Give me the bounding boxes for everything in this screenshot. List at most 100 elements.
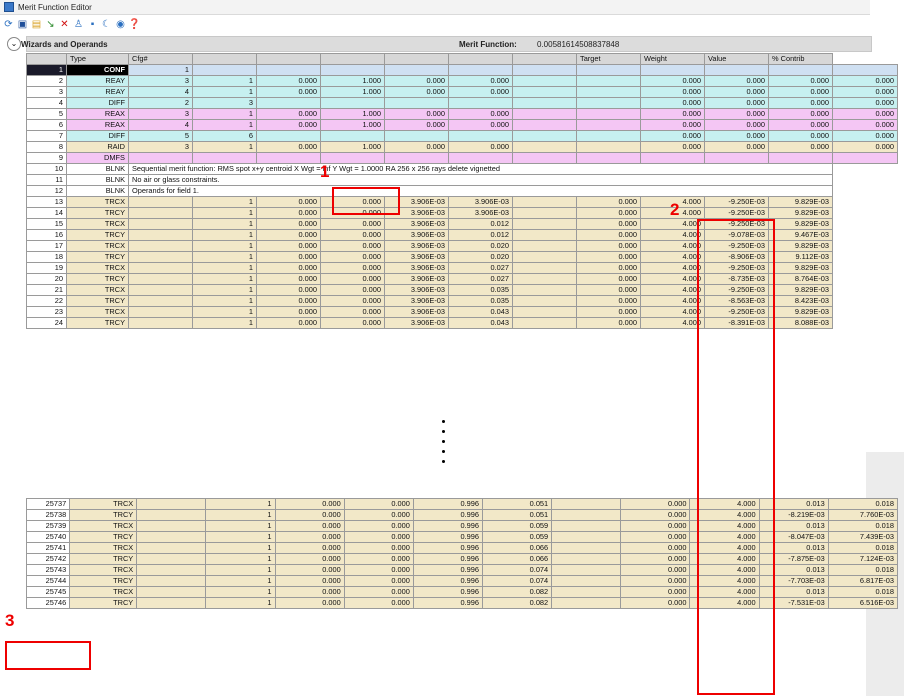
weight-cell[interactable]: 0.000	[704, 75, 769, 87]
table-cell[interactable]: 3.906E-03	[384, 218, 449, 230]
table-cell[interactable]: 0.000	[320, 317, 385, 329]
table-cell[interactable]: 0.000	[343, 498, 414, 510]
table-cell[interactable]: 0.000	[256, 229, 321, 241]
table-cell[interactable]	[512, 229, 577, 241]
table-cell[interactable]: 3	[192, 97, 257, 109]
table-cell[interactable]: 1.000	[320, 119, 385, 131]
table-cell[interactable]: 0.000	[384, 119, 449, 131]
table-cell[interactable]	[576, 86, 641, 98]
target-cell[interactable]: 0.000	[576, 251, 641, 263]
operand-type[interactable]: REAX	[66, 119, 129, 131]
weight-cell[interactable]: 4.000	[640, 273, 705, 285]
operand-type[interactable]: TRCY	[69, 553, 138, 565]
table-cell[interactable]	[551, 564, 622, 576]
table-cell[interactable]: 0.996	[412, 531, 484, 543]
table-cell[interactable]: 1	[205, 575, 276, 587]
operand-type[interactable]: REAX	[66, 108, 129, 120]
table-cell[interactable]: 0.000	[256, 262, 321, 274]
table-cell[interactable]: 1	[192, 108, 257, 120]
table-row[interactable]: 11 BLNK No air or glass constraints.	[26, 174, 898, 186]
cfg-cell[interactable]	[128, 196, 193, 208]
wizards-operands-label[interactable]: Wizards and Operands	[21, 40, 108, 49]
cfg-cell[interactable]	[128, 295, 193, 307]
cfg-cell[interactable]	[136, 531, 207, 543]
table-cell[interactable]: 0.000	[274, 542, 345, 554]
table-cell[interactable]: 1	[205, 553, 276, 565]
target-cell[interactable]: 0.000	[620, 520, 691, 532]
target-cell[interactable]	[640, 152, 705, 164]
table-cell[interactable]: 0.066	[481, 553, 553, 565]
row-number[interactable]: 8	[26, 141, 67, 153]
table-cell[interactable]	[384, 64, 449, 76]
table-cell[interactable]	[320, 97, 385, 109]
operand-type[interactable]: TRCY	[69, 575, 138, 587]
table-cell[interactable]: 0.000	[448, 141, 513, 153]
table-cell[interactable]: 0.066	[481, 542, 553, 554]
target-cell[interactable]: 0.000	[620, 564, 691, 576]
table-cell[interactable]: 0.074	[481, 564, 553, 576]
table-cell[interactable]: 0.000	[274, 553, 345, 565]
operand-type[interactable]: TRCY	[66, 273, 129, 285]
target-cell[interactable]: 0.000	[640, 75, 705, 87]
operand-type[interactable]: CONF	[66, 64, 129, 76]
table-cell[interactable]: 3.906E-03	[384, 284, 449, 296]
operand-type[interactable]: TRCX	[66, 262, 129, 274]
table-cell[interactable]	[512, 207, 577, 219]
row-number[interactable]: 1	[26, 64, 67, 76]
table-cell[interactable]	[551, 520, 622, 532]
table-cell[interactable]: 1	[192, 317, 257, 329]
target-cell[interactable]: 0.000	[640, 119, 705, 131]
table-cell[interactable]: 0.020	[448, 251, 513, 263]
table-cell[interactable]	[256, 97, 321, 109]
operand-type[interactable]: TRCY	[69, 531, 138, 543]
cfg-cell[interactable]	[136, 575, 207, 587]
table-cell[interactable]: 1	[205, 509, 276, 521]
table-row[interactable]: 9 DMFS	[26, 152, 898, 164]
table-cell[interactable]: 0.082	[481, 586, 553, 598]
table-row[interactable]: 12 BLNK Operands for field 1.	[26, 185, 898, 197]
row-number[interactable]: 25745	[25, 586, 71, 598]
table-cell[interactable]: 0.000	[274, 531, 345, 543]
cfg-cell[interactable]	[136, 553, 207, 565]
table-cell[interactable]: 1	[192, 141, 257, 153]
table-cell[interactable]: 0.000	[256, 218, 321, 230]
table-row[interactable]: 7 DIFF 5 6 0.000 0.000 0.000 0.000	[26, 130, 898, 142]
table-cell[interactable]: 3.906E-03	[448, 196, 513, 208]
table-cell[interactable]: 0.000	[320, 273, 385, 285]
weight-cell[interactable]: 0.000	[704, 119, 769, 131]
help-icon[interactable]: ❓	[128, 19, 140, 30]
table-cell[interactable]: 0.996	[412, 542, 484, 554]
operand-type[interactable]: TRCX	[69, 564, 138, 576]
table-cell[interactable]: 0.012	[448, 218, 513, 230]
table-cell[interactable]: 0.000	[384, 75, 449, 87]
table-cell[interactable]: 0.082	[481, 597, 553, 609]
table-cell[interactable]: 1.000	[320, 108, 385, 120]
table-cell[interactable]	[256, 130, 321, 142]
table-cell[interactable]: 1	[192, 306, 257, 318]
cfg-cell[interactable]	[128, 273, 193, 285]
cfg-cell[interactable]	[128, 284, 193, 296]
operand-type[interactable]: TRCY	[66, 207, 129, 219]
row-number[interactable]: 18	[26, 251, 67, 263]
cfg-cell[interactable]	[128, 229, 193, 241]
table-cell[interactable]: 1	[192, 119, 257, 131]
table-cell[interactable]: 0.996	[412, 509, 484, 521]
table-cell[interactable]: 0.000	[274, 564, 345, 576]
table-cell[interactable]: 6	[192, 130, 257, 142]
weight-cell[interactable]: 0.000	[704, 108, 769, 120]
operand-type[interactable]: DMFS	[66, 152, 129, 164]
operand-type[interactable]: TRCX	[69, 586, 138, 598]
target-cell[interactable]: 0.000	[640, 97, 705, 109]
table-cell[interactable]: 0.000	[448, 75, 513, 87]
table-cell[interactable]: 0.043	[448, 317, 513, 329]
table-cell[interactable]: 1	[192, 86, 257, 98]
table-cell[interactable]	[512, 75, 577, 87]
table-cell[interactable]	[448, 130, 513, 142]
table-cell[interactable]: 0.000	[320, 284, 385, 296]
table-row[interactable]: 6 REAX 4 1 0.000 1.000 0.000 0.000 0.000 0.000 0.0…	[26, 119, 898, 131]
operand-type[interactable]: TRCY	[69, 597, 138, 609]
table-cell[interactable]: 0.000	[256, 196, 321, 208]
table-cell[interactable]	[576, 64, 641, 76]
table-cell[interactable]: 1	[192, 251, 257, 263]
table-cell[interactable]: 1	[128, 64, 193, 76]
